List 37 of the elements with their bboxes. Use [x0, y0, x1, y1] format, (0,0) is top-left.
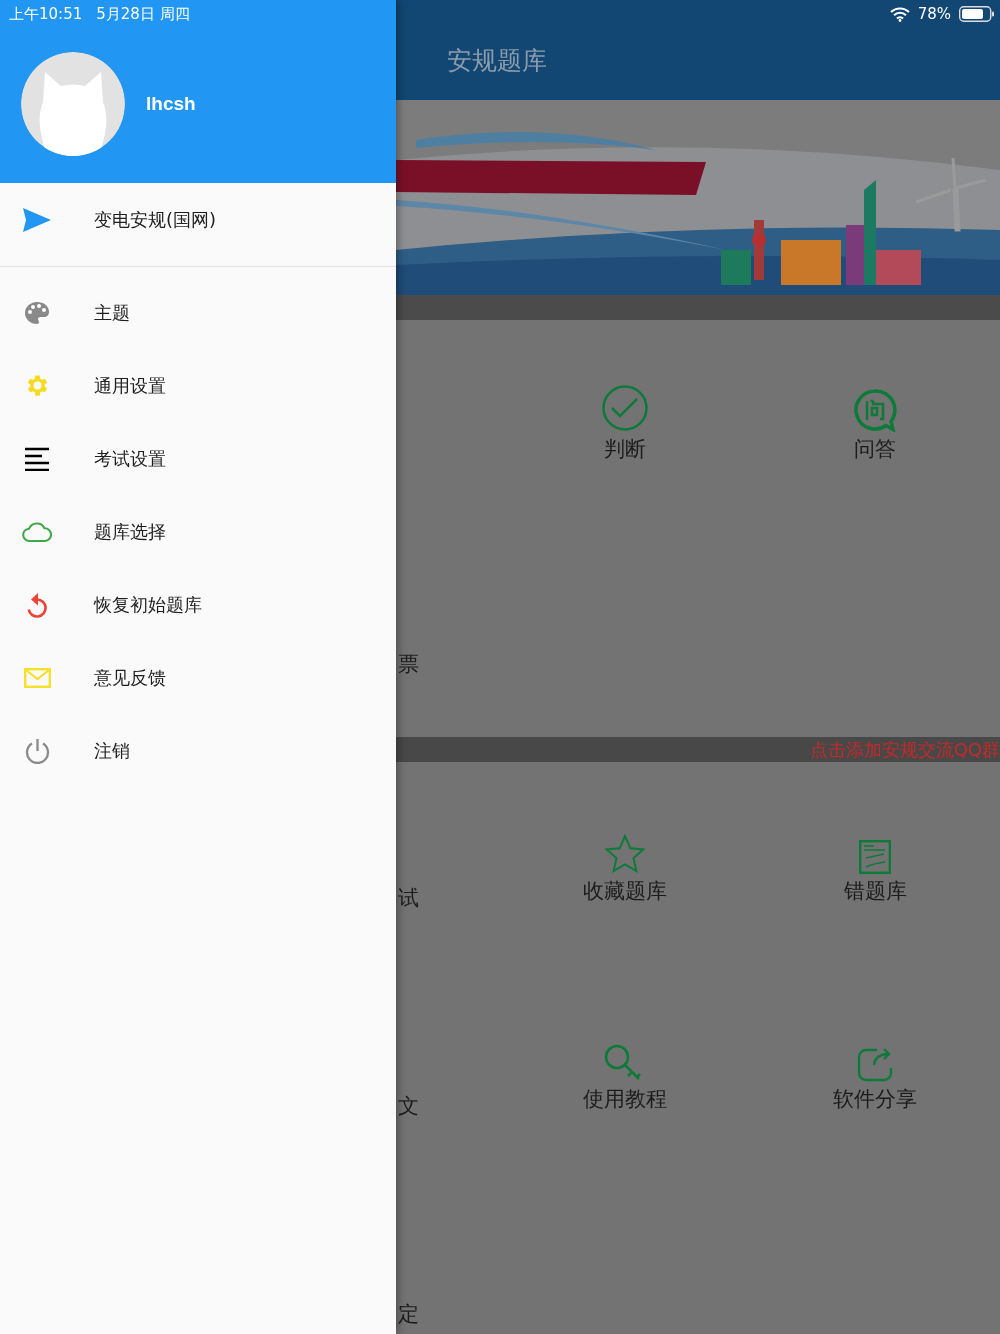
drawer-item[interactable]: 通用设置: [0, 349, 396, 422]
battery-percent: 78%: [917, 5, 951, 23]
share-icon: [857, 1046, 893, 1082]
check-circle-icon: [601, 384, 649, 432]
menu-label: 定: [397, 1301, 420, 1328]
star-icon: [605, 834, 645, 874]
refresh-icon: [26, 591, 48, 618]
text-lines-icon: [25, 446, 49, 471]
palette-icon: [24, 300, 50, 325]
battery-icon: [959, 6, 995, 22]
tile-label[interactable]: 错题库: [843, 878, 907, 904]
power-icon: [24, 737, 50, 764]
app-title: 安规题库: [447, 46, 547, 75]
menu-label: 文: [397, 1093, 420, 1120]
username: lhcsh: [146, 92, 196, 116]
wifi-icon: [889, 6, 910, 22]
drawer-item[interactable]: 变电安规(国网): [0, 183, 396, 256]
menu-label: 试: [397, 885, 420, 912]
status-time: 上午10:51: [9, 4, 83, 24]
send-icon: [23, 207, 51, 232]
drawer-item[interactable]: 注销: [0, 714, 396, 787]
envelope-icon: [23, 667, 51, 688]
drawer-item[interactable]: 考试设置: [0, 422, 396, 495]
tile-label[interactable]: 收藏题库: [583, 878, 667, 904]
tile-label[interactable]: 问答: [854, 436, 896, 462]
tile-label[interactable]: 软件分享: [833, 1086, 917, 1112]
status-date: 5月28日 周四: [96, 4, 190, 24]
cloud-icon: [22, 520, 52, 543]
speech-bubble-icon: [853, 388, 897, 432]
drawer-item[interactable]: 题库选择: [0, 495, 396, 568]
drawer-item[interactable]: 恢复初始题库: [0, 568, 396, 641]
drawer-item[interactable]: 主题: [0, 276, 396, 349]
menu-label: 票: [397, 651, 420, 678]
tile-label[interactable]: 判断: [604, 436, 646, 462]
tile-label[interactable]: 使用教程: [583, 1086, 667, 1112]
drawer-item[interactable]: 意见反馈: [0, 641, 396, 714]
document-icon: [859, 840, 891, 874]
